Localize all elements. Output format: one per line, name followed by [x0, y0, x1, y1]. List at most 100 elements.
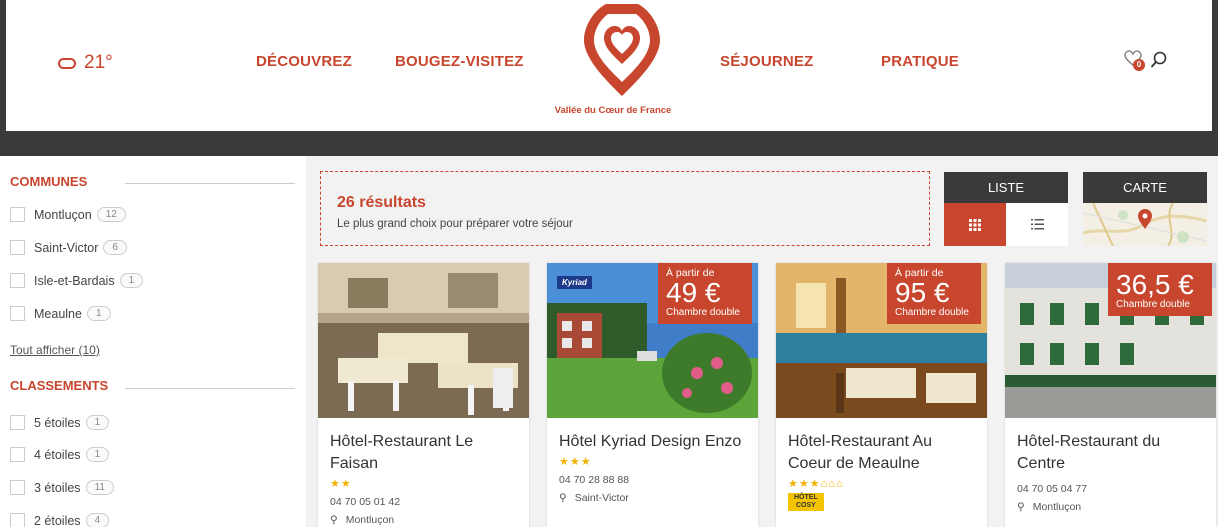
results-count: 26 résultats [337, 194, 426, 211]
map-thumbnail[interactable] [1083, 203, 1207, 246]
location-pin-icon: ⚲ [330, 514, 338, 526]
price-tag: À partir de 95 € Chambre double [887, 263, 981, 324]
nav-pratique[interactable]: PRATIQUE [881, 53, 959, 70]
divider [125, 388, 295, 389]
header-tools: 0 [1124, 50, 1168, 71]
price-unit: Chambre double [1116, 299, 1190, 310]
weather-temp: 21° [84, 52, 113, 73]
hotel-location: ⚲ Saint-Victor [559, 492, 746, 504]
hotel-name[interactable]: Hôtel-Restaurant du Centre [1017, 431, 1204, 475]
hotel-name[interactable]: Hôtel-Restaurant Au Coeur de Meaulne [788, 431, 975, 475]
filter-commune-meaulne[interactable]: Meaulne 1 [10, 306, 111, 321]
restaurant-interior-image [318, 263, 529, 418]
hotel-card[interactable]: 36,5 € Chambre double Hôtel-Restaurant d… [1005, 263, 1216, 527]
map-view-toggle[interactable]: CARTE [1083, 172, 1207, 246]
price-unit: Chambre double [666, 307, 740, 318]
divider [125, 183, 295, 184]
hotel-card[interactable]: Kyriad À partir de 49 € Chambre double H… [547, 263, 758, 527]
price-amount: 49 € [666, 277, 721, 308]
header-divider-bar [0, 131, 1218, 156]
house-rating-icons: ⌂⌂⌂ [820, 478, 844, 490]
filter-count: 4 [85, 513, 110, 527]
checkbox[interactable] [10, 415, 25, 430]
price-tag: 36,5 € Chambre double [1108, 263, 1212, 316]
filter-commune-saint-victor[interactable]: Saint-Victor 6 [10, 240, 127, 255]
price-amount: 36,5 € [1116, 269, 1194, 300]
hotel-cosy-badge: HÔTEL COSY [788, 493, 824, 511]
weather-widget: 21° [58, 52, 113, 74]
favorites-count-badge: 0 [1133, 59, 1145, 71]
filter-count: 1 [85, 415, 110, 430]
brand-logo: Kyriad [557, 276, 592, 289]
filter-label: 2 étoiles [34, 513, 81, 527]
filter-count: 12 [96, 207, 126, 222]
checkbox[interactable] [10, 306, 25, 321]
list-view-toggle: LISTE [944, 172, 1068, 246]
filter-label: 4 étoiles [34, 447, 81, 462]
hotel-name[interactable]: Hôtel-Restaurant Le Faisan [330, 431, 517, 475]
hotel-card[interactable]: À partir de 95 € Chambre double Hôtel-Re… [776, 263, 987, 527]
results-summary: 26 résultats Le plus grand choix pour pr… [320, 171, 930, 246]
stars-label: ★★★ [788, 478, 821, 490]
filter-label: Montluçon [34, 207, 92, 222]
map-view-button[interactable]: CARTE [1083, 172, 1207, 203]
location-pin-icon: ⚲ [559, 492, 567, 504]
location-label: Montluçon [1032, 501, 1082, 513]
location-label: Montluçon [345, 514, 395, 526]
checkbox[interactable] [10, 513, 25, 527]
filter-3-etoiles[interactable]: 3 étoiles 11 [10, 480, 114, 495]
filter-count: 6 [103, 240, 127, 255]
price-tag: À partir de 49 € Chambre double [658, 263, 752, 324]
cloud-icon [58, 57, 76, 69]
checkbox[interactable] [10, 273, 25, 288]
list-icon [1030, 219, 1044, 230]
grid-icon [969, 218, 981, 231]
list-view-icon-button[interactable] [1006, 203, 1068, 246]
checkbox[interactable] [10, 447, 25, 462]
nav-sejournez[interactable]: SÉJOURNEZ [720, 53, 814, 70]
filter-commune-montlucon[interactable]: Montluçon 12 [10, 207, 126, 222]
star-rating: ★★★⌂⌂⌂ [788, 477, 975, 490]
hotel-phone: 04 70 05 04 77 [1017, 483, 1088, 495]
communes-title: COMMUNES [10, 174, 88, 189]
star-rating: ★★★ [559, 456, 592, 468]
filter-commune-isle-et-bardais[interactable]: Isle-et-Bardais 1 [10, 273, 144, 288]
nav-decouvrez[interactable]: DÉCOUVREZ [256, 53, 352, 70]
search-icon[interactable] [1150, 51, 1168, 69]
hotel-name[interactable]: Hôtel Kyriad Design Enzo [559, 431, 746, 453]
nav-bougez-visitez[interactable]: BOUGEZ-VISITEZ [395, 53, 524, 70]
filter-count: 11 [85, 480, 114, 495]
filter-count: 1 [86, 306, 111, 321]
filter-label: 5 étoiles [34, 415, 81, 430]
map-preview-image [1083, 203, 1207, 246]
show-all-communes-link[interactable]: Tout afficher (10) [10, 343, 100, 357]
filter-label: 3 étoiles [34, 480, 81, 495]
hotel-photo: Kyriad À partir de 49 € Chambre double [547, 263, 758, 418]
filter-4-etoiles[interactable]: 4 étoiles 1 [10, 447, 110, 462]
logo-text: Vallée du Cœur de France [554, 105, 672, 116]
list-view-button[interactable]: LISTE [944, 172, 1068, 203]
checkbox[interactable] [10, 207, 25, 222]
checkbox[interactable] [10, 480, 25, 495]
filter-5-etoiles[interactable]: 5 étoiles 1 [10, 415, 110, 430]
favorites-button[interactable]: 0 [1124, 50, 1145, 71]
classements-title: CLASSEMENTS [10, 378, 109, 393]
hotel-card[interactable]: Hôtel-Restaurant Le Faisan ★★ 04 70 05 0… [318, 263, 529, 527]
heart-drop-logo-icon [584, 4, 660, 96]
location-pin-icon: ⚲ [1017, 501, 1025, 513]
filter-label: Meaulne [34, 306, 82, 321]
badge-text: COSY [795, 502, 816, 509]
checkbox[interactable] [10, 240, 25, 255]
filter-count: 1 [85, 447, 110, 462]
results-subtitle: Le plus grand choix pour préparer votre … [337, 218, 573, 230]
hotel-location: ⚲ Montluçon [330, 514, 517, 526]
filter-label: Saint-Victor [34, 240, 99, 255]
filter-2-etoiles[interactable]: 2 étoiles 4 [10, 513, 110, 527]
star-rating: ★★ [330, 478, 352, 490]
hotel-photo [318, 263, 529, 418]
grid-view-button[interactable] [944, 203, 1006, 246]
price-amount: 95 € [895, 277, 950, 308]
filter-count: 1 [119, 273, 144, 288]
filters-sidebar: COMMUNES Montluçon 12 Saint-Victor 6 Isl… [0, 156, 306, 527]
hotel-photo: 36,5 € Chambre double [1005, 263, 1216, 418]
